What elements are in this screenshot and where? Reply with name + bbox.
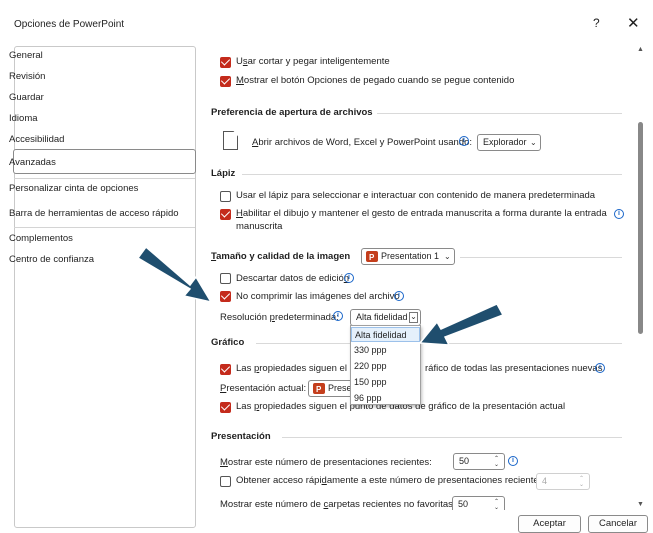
vertical-scrollbar[interactable]: ▲ ▼ bbox=[636, 46, 646, 510]
section-divider bbox=[242, 174, 622, 175]
smart-cut-checkbox[interactable] bbox=[220, 57, 231, 68]
chevron-down-icon: ⌄ bbox=[409, 312, 418, 323]
chart-props-current-checkbox[interactable] bbox=[220, 402, 231, 413]
sidebar bbox=[14, 46, 196, 528]
ink-shape-label: Habilitar el dibujo y mantener el gesto … bbox=[236, 208, 607, 219]
resolution-option[interactable]: 220 ppp bbox=[354, 361, 387, 371]
recent-folders-label: Mostrar este número de carpetas reciente… bbox=[220, 499, 456, 510]
section-divider bbox=[460, 257, 622, 258]
stepper-arrows[interactable]: ⌃ ⌄ bbox=[494, 499, 499, 510]
sidebar-item-general[interactable]: General bbox=[9, 50, 43, 61]
chart-props-new-checkbox[interactable] bbox=[220, 364, 231, 375]
help-button[interactable]: ? bbox=[593, 16, 600, 30]
sidebar-item-trust-center[interactable]: Centro de confianza bbox=[9, 254, 94, 265]
open-files-label: Abrir archivos de Word, Excel y PowerPoi… bbox=[252, 137, 473, 148]
resolution-option[interactable]: 330 ppp bbox=[354, 345, 387, 355]
sidebar-item-customize-ribbon[interactable]: Personalizar cinta de opciones bbox=[9, 183, 138, 194]
info-icon[interactable]: i bbox=[344, 273, 354, 283]
info-icon[interactable]: i bbox=[508, 456, 518, 466]
info-icon[interactable]: i bbox=[333, 311, 343, 321]
powerpoint-icon bbox=[366, 250, 378, 265]
quick-access-stepper[interactable]: 4 ⌃ ⌄ bbox=[536, 473, 590, 490]
sidebar-divider bbox=[14, 178, 195, 179]
sidebar-item-revision[interactable]: Revisión bbox=[9, 71, 45, 82]
chart-props-new-label-end: ráfico de todas las presentaciones nueva… bbox=[425, 363, 603, 374]
resolution-options-list[interactable]: Alta fidelidad 330 ppp 220 ppp 150 ppp 9… bbox=[350, 325, 421, 405]
options-content: Usar cortar y pegar inteligentemente Mos… bbox=[196, 40, 636, 510]
title-bar: Opciones de PowerPoint ? ✕ bbox=[0, 0, 653, 40]
resolution-option[interactable]: 96 ppp bbox=[354, 393, 382, 403]
no-compress-checkbox[interactable] bbox=[220, 291, 231, 302]
scroll-down-icon[interactable]: ▼ bbox=[637, 501, 644, 508]
sidebar-item-addins[interactable]: Complementos bbox=[9, 233, 73, 244]
info-icon[interactable]: i bbox=[459, 136, 469, 146]
open-files-dropdown[interactable]: Explorador ⌄ bbox=[477, 134, 541, 151]
resolution-option[interactable]: 150 ppp bbox=[354, 377, 387, 387]
info-icon[interactable]: i bbox=[394, 291, 404, 301]
sidebar-item-save[interactable]: Guardar bbox=[9, 92, 44, 103]
default-resolution-dropdown[interactable]: Alta fidelidad ⌄ bbox=[350, 309, 421, 326]
ok-button[interactable]: Aceptar bbox=[518, 515, 581, 533]
chart-props-new-label: Las propiedades siguen el pu bbox=[236, 363, 361, 374]
section-divider bbox=[256, 343, 350, 344]
recent-presentations-stepper[interactable]: 50 ⌃ ⌄ bbox=[453, 453, 505, 470]
section-divider bbox=[377, 113, 622, 114]
chevron-down-icon: ⌄ bbox=[444, 252, 451, 261]
section-header-chart: Gráfico bbox=[211, 337, 245, 348]
section-header-display: Presentación bbox=[211, 431, 271, 442]
ink-shape-checkbox[interactable] bbox=[220, 209, 231, 220]
sidebar-item-language[interactable]: Idioma bbox=[9, 113, 38, 124]
sidebar-item-accessibility[interactable]: Accesibilidad bbox=[9, 134, 64, 145]
paste-options-checkbox[interactable] bbox=[220, 76, 231, 87]
powerpoint-icon bbox=[313, 382, 325, 397]
cancel-button[interactable]: Cancelar bbox=[588, 515, 648, 533]
close-button[interactable]: ✕ bbox=[627, 14, 640, 32]
recent-presentations-label: Mostrar este número de presentaciones re… bbox=[220, 457, 432, 468]
scrollbar-thumb[interactable] bbox=[638, 122, 643, 334]
info-icon[interactable]: i bbox=[614, 209, 624, 219]
use-pen-label: Usar el lápiz para seleccionar e interac… bbox=[236, 190, 596, 201]
discard-edit-data-label: Descartar datos de edición bbox=[236, 273, 350, 284]
document-icon bbox=[223, 131, 238, 150]
quick-access-label: Obtener acceso rápidamente a este número… bbox=[236, 475, 547, 486]
stepper-arrows[interactable]: ⌃ ⌄ bbox=[579, 476, 584, 488]
section-divider bbox=[422, 343, 622, 344]
recent-folders-stepper[interactable]: 50 ⌃ ⌄ bbox=[452, 496, 505, 510]
chevron-down-icon: ⌄ bbox=[530, 138, 537, 147]
sidebar-item-advanced[interactable]: Avanzadas bbox=[9, 157, 56, 168]
sidebar-item-quick-access-toolbar[interactable]: Barra de herramientas de acceso rápido bbox=[9, 208, 179, 219]
paste-options-label: Mostrar el botón Opciones de pegado cuan… bbox=[236, 75, 515, 86]
info-icon[interactable]: i bbox=[595, 363, 605, 373]
current-presentation-label: Presentación actual: bbox=[220, 383, 307, 394]
quick-access-checkbox[interactable] bbox=[220, 476, 231, 487]
use-pen-checkbox[interactable] bbox=[220, 191, 231, 202]
section-header-pen: Lápiz bbox=[211, 168, 236, 179]
section-header-open-files: Preferencia de apertura de archivos bbox=[211, 107, 373, 118]
scroll-up-icon[interactable]: ▲ bbox=[637, 46, 644, 53]
resolution-option[interactable]: Alta fidelidad bbox=[351, 327, 420, 342]
smart-cut-label: Usar cortar y pegar inteligentemente bbox=[236, 56, 390, 67]
image-presentation-dropdown[interactable]: Presentation 1⌄ bbox=[361, 248, 455, 265]
window-title: Opciones de PowerPoint bbox=[14, 19, 125, 30]
ink-shape-label-line2: manuscrita bbox=[236, 221, 283, 232]
stepper-arrows[interactable]: ⌃ ⌄ bbox=[494, 456, 499, 468]
section-divider bbox=[282, 437, 622, 438]
default-resolution-label: Resolución predeterminada: bbox=[220, 312, 339, 323]
current-presentation-dropdown[interactable]: Presen bbox=[308, 380, 357, 397]
section-header-image-quality: Tamaño y calidad de la imagen bbox=[211, 251, 351, 262]
discard-edit-data-checkbox[interactable] bbox=[220, 273, 231, 284]
sidebar-divider bbox=[14, 227, 195, 228]
no-compress-label: No comprimir las imágenes del archivo bbox=[236, 291, 400, 302]
